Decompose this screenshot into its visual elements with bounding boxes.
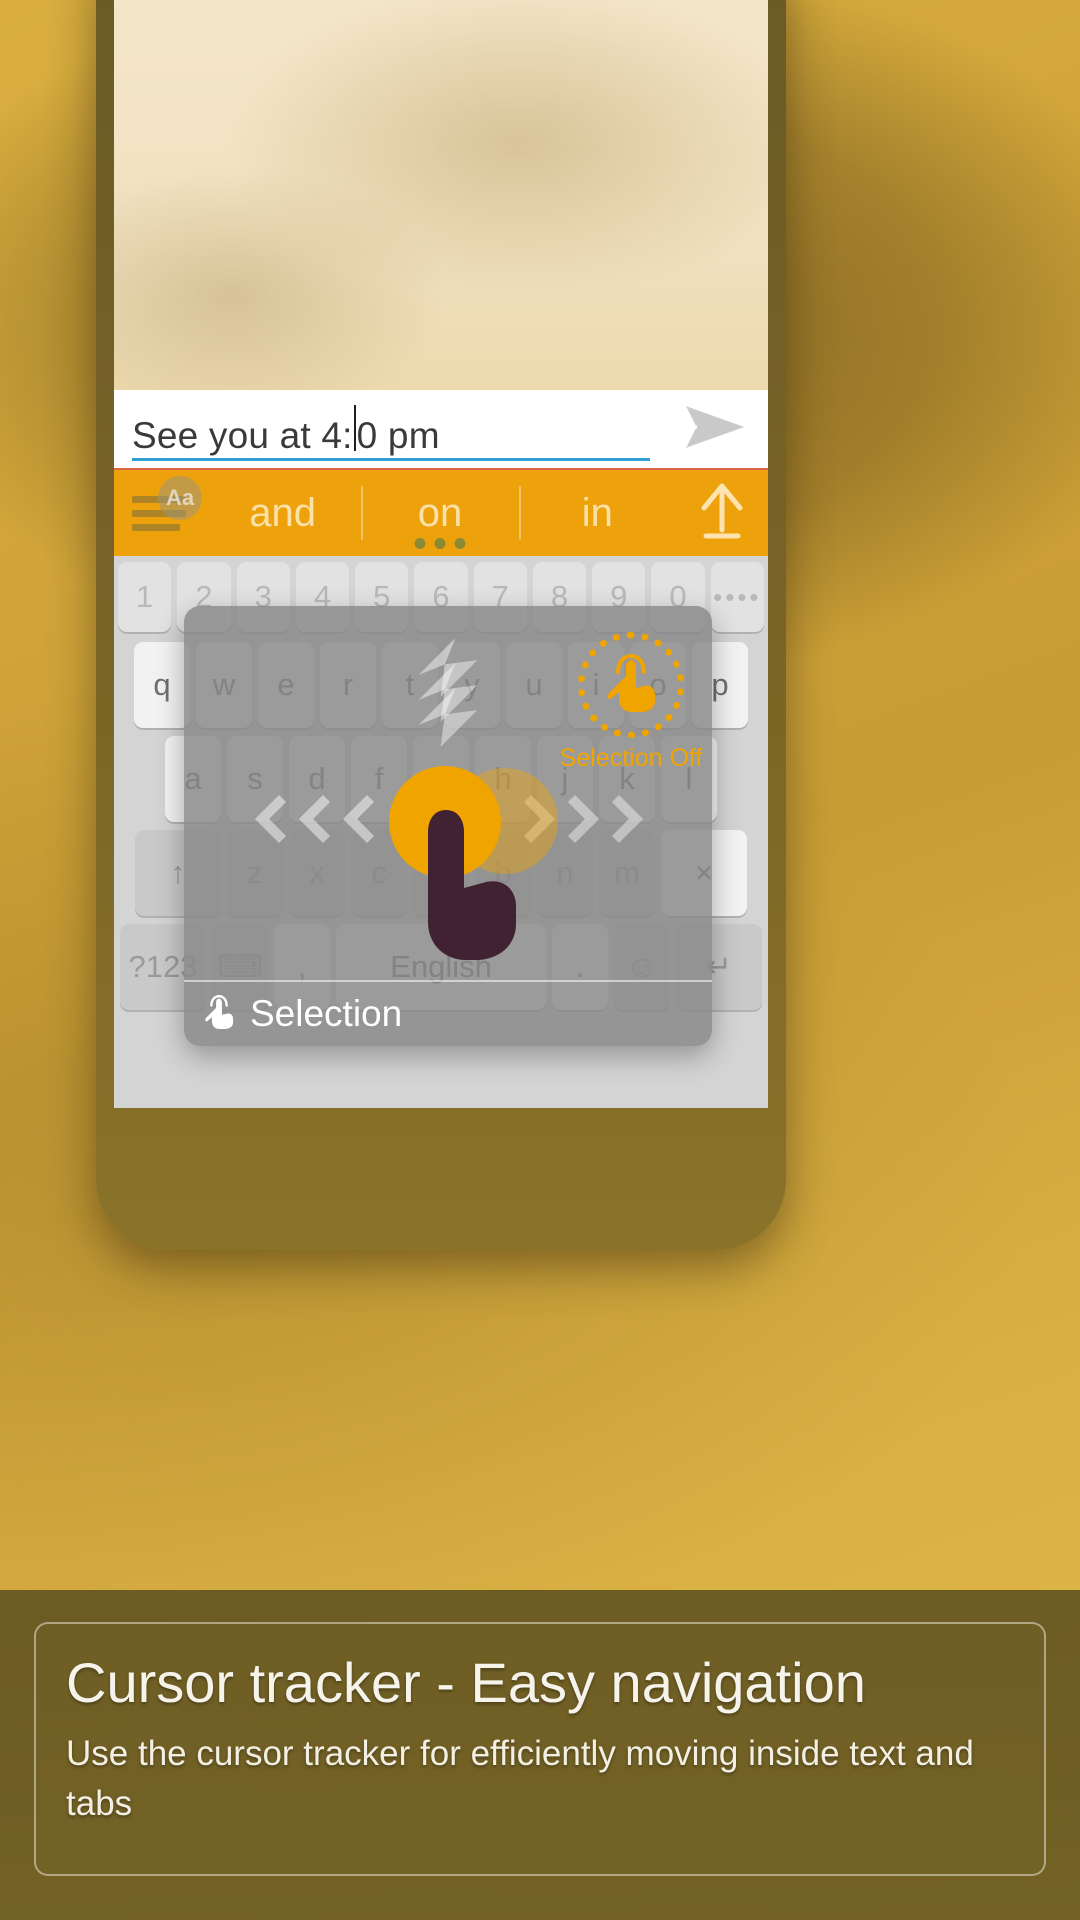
suggestion-label: on (417, 490, 463, 535)
suggestion-item-2[interactable]: in (518, 470, 676, 556)
suggestion-label: in (581, 490, 613, 535)
suggestion-bar: Aa and on in (114, 468, 768, 556)
caption-card: Cursor tracker - Easy navigation Use the… (34, 1622, 1046, 1876)
text-before-caret: See you at 4: (132, 414, 353, 456)
chat-wallpaper (114, 0, 768, 390)
chevron-up-stack-icon[interactable] (418, 638, 478, 747)
soft-keyboard: 1 2 3 4 5 6 7 8 9 0 •••• q w e r (114, 556, 768, 1108)
key-1[interactable]: 1 (118, 562, 172, 632)
key-more-symbols[interactable]: •••• (710, 562, 764, 632)
phone-frame: See you at 4: 0 pm Aa and on in 1 2 3 4 … (96, 0, 786, 1250)
selection-toggle-ring (578, 632, 684, 738)
text-style-badge: Aa (158, 476, 202, 520)
phone-screen: See you at 4: 0 pm Aa and on in 1 2 3 4 … (114, 0, 768, 1108)
suggestion-label: and (249, 490, 317, 535)
keyboard-menu-button[interactable]: Aa (114, 470, 204, 556)
message-input-text: See you at 4: 0 pm (132, 402, 440, 454)
more-suggestions-dots-icon[interactable] (414, 538, 466, 549)
selection-toggle-button[interactable]: Selection Off (560, 632, 702, 773)
cursor-tracker-overlay[interactable]: Selection Off Selection (184, 606, 712, 1046)
compose-bar: See you at 4: 0 pm (114, 390, 768, 468)
caption-body: Use the cursor tracker for efficiently m… (66, 1734, 974, 1823)
tap-gesture-icon (602, 652, 660, 719)
key-q[interactable]: q (134, 642, 190, 728)
arrow-up-expand-icon (694, 480, 750, 547)
tap-gesture-icon (202, 992, 236, 1037)
chevron-left-stack-icon[interactable] (254, 794, 392, 844)
expand-suggestions-button[interactable] (676, 470, 768, 556)
cursor-tracker-footer[interactable]: Selection (184, 980, 712, 1046)
suggestion-item-1[interactable]: on (361, 470, 518, 556)
message-input[interactable]: See you at 4: 0 pm (132, 397, 650, 461)
text-after-caret: 0 pm (356, 414, 440, 456)
pointing-finger-icon (412, 802, 530, 962)
send-button[interactable] (680, 404, 750, 454)
screenshot-stage: See you at 4: 0 pm Aa and on in 1 2 3 4 … (0, 0, 1080, 1920)
caption-title: Cursor tracker - Easy navigation (66, 1651, 866, 1714)
send-paper-plane-icon (683, 403, 747, 456)
text-caret (353, 404, 356, 451)
suggestion-item-0[interactable]: and (204, 470, 361, 556)
cursor-tracker-footer-label: Selection (250, 993, 403, 1034)
selection-toggle-label: Selection Off (559, 744, 703, 772)
